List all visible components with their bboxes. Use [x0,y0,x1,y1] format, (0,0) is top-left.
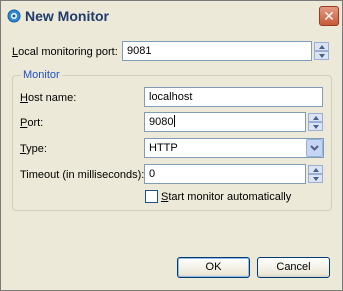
port-value: 9080 [149,116,174,128]
new-monitor-dialog: New Monitor ✕ Local monitoring port: 908… [0,0,343,291]
local-port-label: Local monitoring port: [12,45,118,59]
cancel-button[interactable]: Cancel [257,257,330,278]
type-label-text: ype: [26,143,47,155]
title-bar: New Monitor ✕ [1,1,342,31]
close-button[interactable]: ✕ [319,6,339,26]
port-increment-button[interactable] [308,113,323,122]
arrow-down-icon [312,124,319,129]
text-cursor [174,115,176,127]
timeout-label-text: Timeout (in milliseconds): [20,169,145,181]
arrow-up-icon [312,167,319,172]
port-label-text: ort: [27,117,44,129]
timeout-field[interactable]: 0 [144,164,306,184]
local-port-value: 9081 [127,45,152,57]
start-automatically-checkbox[interactable] [145,190,158,203]
local-port-label-text: ocal monitoring port: [18,46,118,58]
host-name-label: Host name: [20,91,76,105]
type-select[interactable]: HTTP [144,138,324,158]
arrow-down-icon [312,176,319,181]
port-label: Port: [20,116,43,130]
timeout-increment-button[interactable] [308,165,323,174]
host-name-value: localhost [149,91,193,103]
host-label-text: ost name: [27,92,77,104]
host-name-field[interactable]: localhost [144,87,323,107]
type-label: Type: [20,142,47,156]
arrow-down-icon [318,53,325,58]
local-port-spinner [314,42,329,60]
start-label-text: tart monitor automatically [168,191,292,203]
monitor-icon [7,9,21,23]
timeout-spinner [308,165,323,183]
type-value: HTTP [149,142,178,154]
local-port-decrement-button[interactable] [314,51,329,60]
type-dropdown-button[interactable] [306,139,323,157]
arrow-up-icon [312,115,319,120]
start-automatically-label[interactable]: Start monitor automatically [161,190,291,204]
port-decrement-button[interactable] [308,122,323,131]
arrow-up-icon [318,44,325,49]
monitor-group-title: Monitor [21,69,62,81]
dialog-title: New Monitor [25,8,109,24]
port-field[interactable]: 9080 [144,112,306,132]
local-port-increment-button[interactable] [314,42,329,51]
timeout-value: 0 [149,168,156,180]
host-mnemonic: H [20,92,28,104]
ok-button[interactable]: OK [177,257,250,278]
local-port-field[interactable]: 9081 [122,41,312,61]
chevron-down-icon [310,145,319,151]
port-spinner [308,113,323,131]
timeout-decrement-button[interactable] [308,174,323,183]
close-icon: ✕ [323,8,335,24]
timeout-label: Timeout (in milliseconds): [20,168,144,182]
